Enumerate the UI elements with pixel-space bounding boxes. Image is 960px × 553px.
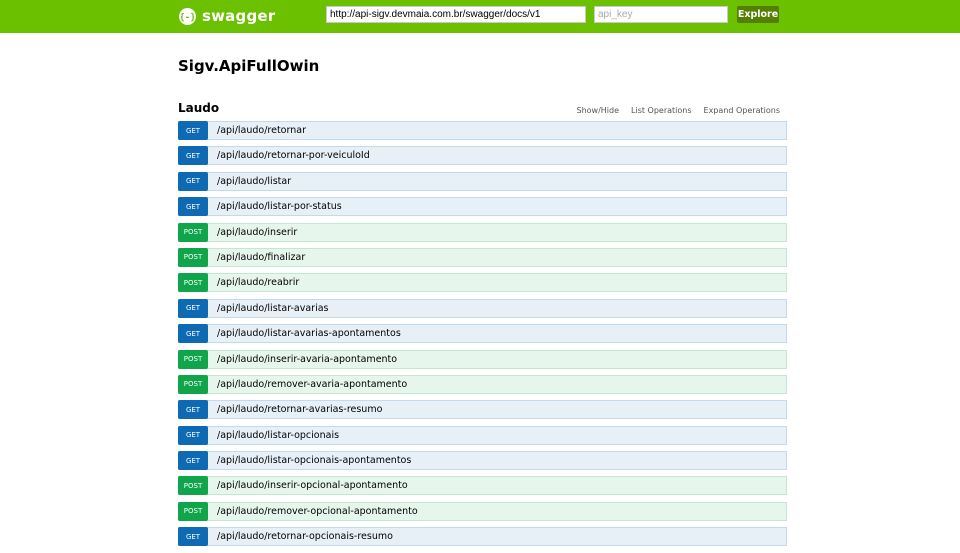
http-method-badge[interactable]: GET [178,425,208,445]
http-method-badge[interactable]: POST [178,501,208,521]
operation-row[interactable]: GET/api/laudo/listar-por-status [178,197,787,217]
operation-row[interactable]: GET/api/laudo/retornar-por-veiculoId [178,146,787,166]
operation-path[interactable]: /api/laudo/remover-opcional-apontamento [208,503,418,520]
http-method-badge[interactable]: GET [178,400,208,420]
spec-url-input[interactable] [326,6,586,23]
http-method-badge[interactable]: POST [178,476,208,496]
http-method-badge[interactable]: GET [178,298,208,318]
http-method-badge[interactable]: GET [178,451,208,471]
http-method-badge[interactable]: GET [178,171,208,191]
operation-row[interactable]: GET/api/laudo/listar-avarias-apontamento… [178,324,787,344]
resource-options: Show/Hide List Operations Expand Operati… [577,104,781,116]
show-hide-link[interactable]: Show/Hide [577,106,620,115]
expand-operations-link[interactable]: Expand Operations [704,106,780,115]
operation-row[interactable]: POST/api/laudo/remover-avaria-apontament… [178,374,787,394]
http-method-badge[interactable]: POST [178,349,208,369]
http-method-badge[interactable]: GET [178,121,208,140]
operation-path[interactable]: /api/laudo/retornar-avarias-resumo [208,401,382,418]
operation-path[interactable]: /api/laudo/inserir-opcional-apontamento [208,477,408,494]
operation-path[interactable]: /api/laudo/remover-avaria-apontamento [208,376,407,393]
http-method-badge[interactable]: POST [178,247,208,267]
operation-row[interactable]: POST/api/laudo/finalizar [178,247,787,267]
operation-row[interactable]: GET/api/laudo/listar-avarias [178,298,787,318]
operation-row[interactable]: POST/api/laudo/remover-opcional-apontame… [178,501,787,521]
svg-text:{-}: {-} [181,13,194,23]
operation-path[interactable]: /api/laudo/listar-por-status [208,198,342,215]
operation-row[interactable]: POST/api/laudo/reabrir [178,273,787,293]
resource-heading[interactable]: Laudo [178,100,219,116]
operation-path[interactable]: /api/laudo/finalizar [208,249,305,266]
operation-path[interactable]: /api/laudo/listar-opcionais-apontamentos [208,452,411,469]
http-method-badge[interactable]: GET [178,324,208,344]
operation-path[interactable]: /api/laudo/retornar-opcionais-resumo [208,528,393,545]
operation-path[interactable]: /api/laudo/listar [208,173,291,190]
operation-path[interactable]: /api/laudo/listar-opcionais [208,427,339,444]
operation-row[interactable]: GET/api/laudo/listar-opcionais [178,425,787,445]
operation-list: GET/api/laudo/retornar GET/api/laudo/reto… [178,121,787,553]
http-method-badge[interactable]: GET [178,146,208,166]
operation-path[interactable]: /api/laudo/inserir [208,224,297,241]
top-bar: {-} swagger Explore [0,0,960,33]
operation-row[interactable]: POST/api/laudo/inserir-avaria-apontament… [178,349,787,369]
operation-row[interactable]: GET/api/laudo/listar [178,171,787,191]
operation-row[interactable]: POST/api/laudo/inserir [178,222,787,242]
operation-row[interactable]: GET/api/laudo/retornar [178,121,787,140]
operation-row[interactable]: GET/api/laudo/retornar-avarias-resumo [178,400,787,420]
http-method-badge[interactable]: POST [178,222,208,242]
explore-button[interactable]: Explore [737,6,779,23]
operation-path[interactable]: /api/laudo/retornar-por-veiculoId [208,147,370,164]
api-key-input[interactable] [594,6,728,23]
logo-text[interactable]: swagger [202,5,275,27]
operation-path[interactable]: /api/laudo/listar-avarias [208,300,329,317]
swagger-braces-icon[interactable]: {-} [179,8,196,25]
operation-path[interactable]: /api/laudo/retornar [208,122,306,139]
operation-path[interactable]: /api/laudo/reabrir [208,274,299,291]
operation-path[interactable]: /api/laudo/inserir-avaria-apontamento [208,351,397,368]
http-method-badge[interactable]: GET [178,197,208,217]
page-title: Sigv.ApiFullOwin [178,57,320,75]
operation-row[interactable]: POST/api/laudo/inserir-opcional-apontame… [178,476,787,496]
http-method-badge[interactable]: POST [178,273,208,293]
operation-row[interactable]: GET/api/laudo/retornar-opcionais-resumo [178,527,787,547]
list-operations-link[interactable]: List Operations [631,106,692,115]
http-method-badge[interactable]: POST [178,374,208,394]
operation-row[interactable]: GET/api/laudo/listar-opcionais-apontamen… [178,451,787,471]
operation-path[interactable]: /api/laudo/listar-avarias-apontamentos [208,325,401,342]
http-method-badge[interactable]: GET [178,527,208,547]
